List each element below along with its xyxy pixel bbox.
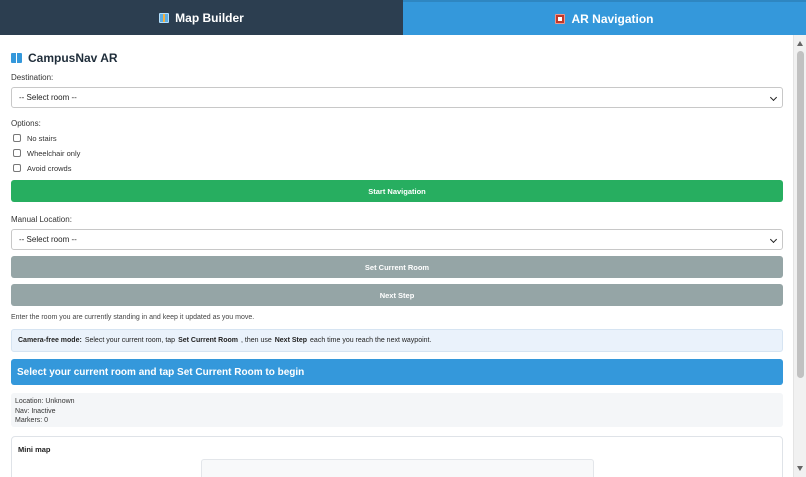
scroll-down-icon[interactable] [797, 466, 803, 471]
status-nav: Nav: Inactive [15, 407, 56, 415]
instruction-banner: Select your current room and tap Set Cur… [11, 359, 783, 385]
avoid-crowds-label: Avoid crowds [27, 163, 72, 173]
info-text-3: each time you reach the next waypoint. [310, 337, 432, 344]
options-label: Options: [11, 119, 41, 128]
info-mode: Camera-free mode: [18, 337, 82, 344]
manual-location-label: Manual Location: [11, 215, 72, 224]
info-text-2: , then use [240, 337, 272, 344]
wheelchair-only-checkbox[interactable] [13, 149, 21, 157]
ar-icon [555, 13, 566, 24]
next-step-button[interactable]: Next Step [11, 284, 783, 306]
info-bold-2: Next Step [274, 337, 308, 344]
mini-map-title: Mini map [18, 445, 51, 454]
avoid-crowds-checkbox[interactable] [13, 164, 21, 172]
tab-map-builder[interactable]: Map Builder [0, 0, 403, 35]
no-stairs-checkbox[interactable] [13, 134, 21, 142]
scrollbar[interactable] [793, 35, 806, 477]
status-panel: Location: Unknown Nav: Inactive Markers:… [11, 393, 783, 427]
info-bold-1: Set Current Room [178, 337, 238, 344]
destination-select[interactable]: -- Select room -- [11, 87, 783, 108]
option-wheelchair-only[interactable]: Wheelchair only [11, 147, 782, 159]
chevron-down-icon [769, 235, 778, 244]
manual-location-select-value: -- Select room -- [19, 235, 77, 244]
info-text-1: Select your current room, tap [84, 337, 176, 344]
tab-bar: Map Builder AR Navigation [0, 0, 806, 35]
main-content: CampusNav AR Destination: -- Select room… [0, 35, 793, 477]
start-navigation-button[interactable]: Start Navigation [11, 180, 783, 202]
status-location: Location: Unknown [15, 398, 75, 405]
mini-map-panel: Mini map [11, 436, 783, 477]
book-icon [11, 53, 22, 63]
option-avoid-crowds[interactable]: Avoid crowds [11, 162, 782, 174]
app-header: CampusNav AR [11, 51, 782, 65]
no-stairs-label: No stairs [27, 133, 57, 143]
scroll-up-icon[interactable] [797, 41, 803, 46]
chevron-down-icon [769, 93, 778, 102]
wheelchair-only-label: Wheelchair only [27, 148, 81, 158]
hint-text: Enter the room you are currently standin… [11, 314, 255, 321]
tab-ar-navigation[interactable]: AR Navigation [403, 0, 806, 35]
camera-free-info: Camera-free mode: Select your current ro… [11, 329, 783, 352]
map-icon [159, 12, 170, 23]
destination-select-value: -- Select room -- [19, 93, 77, 102]
scrollbar-thumb[interactable] [797, 51, 804, 378]
set-current-room-button[interactable]: Set Current Room [11, 256, 783, 278]
tab-ar-navigation-label: AR Navigation [571, 11, 654, 26]
option-no-stairs[interactable]: No stairs [11, 132, 782, 144]
app-root: Map Builder AR Navigation CampusNav AR D… [0, 0, 806, 477]
destination-label: Destination: [11, 73, 54, 82]
manual-location-select[interactable]: -- Select room -- [11, 229, 783, 250]
mini-map-canvas[interactable] [201, 459, 594, 477]
app-title: CampusNav AR [28, 51, 118, 65]
tab-map-builder-label: Map Builder [175, 10, 244, 25]
status-markers: Markers: 0 [15, 417, 49, 424]
